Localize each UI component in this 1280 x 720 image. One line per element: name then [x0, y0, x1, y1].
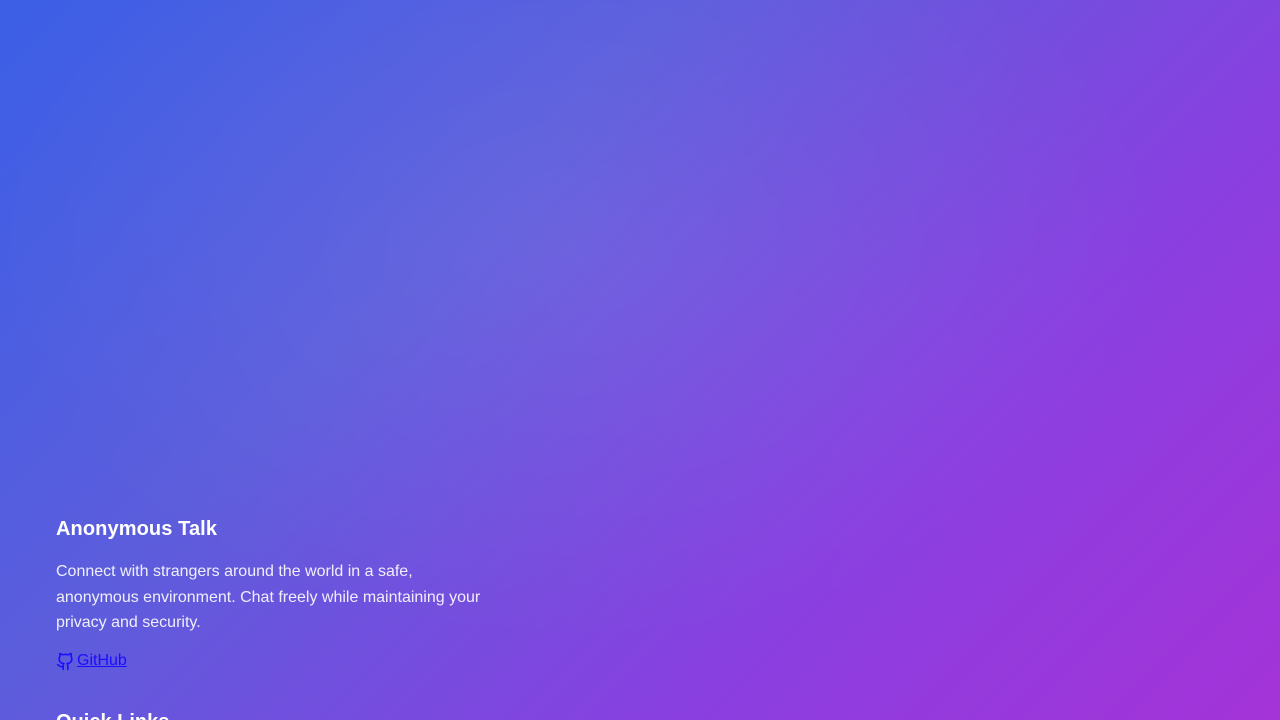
github-link-label: GitHub [77, 652, 127, 669]
footer-quick-links-title: Quick Links [56, 711, 169, 720]
site-footer: Anonymous Talk Connect with strangers ar… [56, 518, 496, 676]
github-icon [56, 652, 75, 671]
footer-brand-description: Connect with strangers around the world … [56, 563, 481, 631]
github-link[interactable]: GitHub [56, 652, 127, 671]
footer-brand-title: Anonymous Talk [56, 518, 218, 540]
